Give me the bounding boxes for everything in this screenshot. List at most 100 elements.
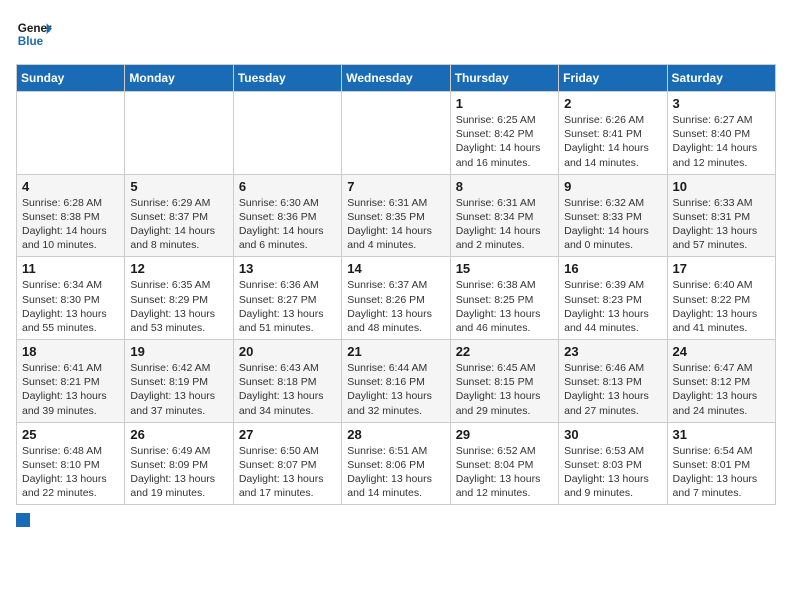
day-info: Sunrise: 6:36 AM Sunset: 8:27 PM Dayligh… [239, 278, 336, 335]
day-number: 4 [22, 179, 119, 194]
day-number: 5 [130, 179, 227, 194]
day-number: 3 [673, 96, 770, 111]
day-number: 21 [347, 344, 444, 359]
calendar-day-cell: 13 Sunrise: 6:36 AM Sunset: 8:27 PM Dayli… [233, 257, 341, 340]
day-info: Sunrise: 6:38 AM Sunset: 8:25 PM Dayligh… [456, 278, 553, 335]
calendar-day-cell [125, 92, 233, 175]
page-header: General Blue [16, 16, 776, 52]
day-number: 30 [564, 427, 661, 442]
day-number: 22 [456, 344, 553, 359]
day-info: Sunrise: 6:33 AM Sunset: 8:31 PM Dayligh… [673, 196, 770, 253]
calendar-week-row: 1Sunrise: 6:25 AM Sunset: 8:42 PM Daylig… [17, 92, 776, 175]
day-info: Sunrise: 6:30 AM Sunset: 8:36 PM Dayligh… [239, 196, 336, 253]
day-info: Sunrise: 6:42 AM Sunset: 8:19 PM Dayligh… [130, 361, 227, 418]
day-info: Sunrise: 6:52 AM Sunset: 8:04 PM Dayligh… [456, 444, 553, 501]
calendar-day-cell: 15 Sunrise: 6:38 AM Sunset: 8:25 PM Dayli… [450, 257, 558, 340]
logo-icon: General Blue [16, 16, 52, 52]
calendar-day-cell: 28 Sunrise: 6:51 AM Sunset: 8:06 PM Dayli… [342, 422, 450, 505]
day-info: Sunrise: 6:43 AM Sunset: 8:18 PM Dayligh… [239, 361, 336, 418]
day-number: 28 [347, 427, 444, 442]
calendar-day-cell [17, 92, 125, 175]
day-number: 14 [347, 261, 444, 276]
day-number: 31 [673, 427, 770, 442]
calendar-day-cell: 20 Sunrise: 6:43 AM Sunset: 8:18 PM Dayli… [233, 340, 341, 423]
calendar-day-cell: 18 Sunrise: 6:41 AM Sunset: 8:21 PM Dayli… [17, 340, 125, 423]
calendar-day-header: Sunday [17, 65, 125, 92]
day-number: 13 [239, 261, 336, 276]
calendar-day-cell: 24 Sunrise: 6:47 AM Sunset: 8:12 PM Dayli… [667, 340, 775, 423]
calendar-day-cell: 8 Sunrise: 6:31 AM Sunset: 8:34 PM Daylig… [450, 174, 558, 257]
calendar-day-cell [342, 92, 450, 175]
day-info: Sunrise: 6:28 AM Sunset: 8:38 PM Dayligh… [22, 196, 119, 253]
calendar-week-row: 25 Sunrise: 6:48 AM Sunset: 8:10 PM Dayli… [17, 422, 776, 505]
calendar-day-cell: 4 Sunrise: 6:28 AM Sunset: 8:38 PM Daylig… [17, 174, 125, 257]
day-number: 1 [456, 96, 553, 111]
day-number: 23 [564, 344, 661, 359]
calendar-day-cell: 7Sunrise: 6:31 AM Sunset: 8:35 PM Daylig… [342, 174, 450, 257]
calendar-day-header: Thursday [450, 65, 558, 92]
day-number: 24 [673, 344, 770, 359]
day-number: 29 [456, 427, 553, 442]
day-info: Sunrise: 6:45 AM Sunset: 8:15 PM Dayligh… [456, 361, 553, 418]
day-info: Sunrise: 6:44 AM Sunset: 8:16 PM Dayligh… [347, 361, 444, 418]
day-number: 12 [130, 261, 227, 276]
day-number: 7 [347, 179, 444, 194]
calendar-day-cell: 19 Sunrise: 6:42 AM Sunset: 8:19 PM Dayli… [125, 340, 233, 423]
calendar-day-cell: 11 Sunrise: 6:34 AM Sunset: 8:30 PM Dayli… [17, 257, 125, 340]
day-info: Sunrise: 6:48 AM Sunset: 8:10 PM Dayligh… [22, 444, 119, 501]
calendar-day-cell: 17 Sunrise: 6:40 AM Sunset: 8:22 PM Dayli… [667, 257, 775, 340]
calendar-day-cell: 16 Sunrise: 6:39 AM Sunset: 8:23 PM Dayli… [559, 257, 667, 340]
day-info: Sunrise: 6:29 AM Sunset: 8:37 PM Dayligh… [130, 196, 227, 253]
day-info: Sunrise: 6:51 AM Sunset: 8:06 PM Dayligh… [347, 444, 444, 501]
calendar-day-cell: 2 Sunrise: 6:26 AM Sunset: 8:41 PM Daylig… [559, 92, 667, 175]
legend-color-box [16, 513, 30, 527]
day-number: 18 [22, 344, 119, 359]
day-number: 26 [130, 427, 227, 442]
calendar-day-header: Monday [125, 65, 233, 92]
day-info: Sunrise: 6:34 AM Sunset: 8:30 PM Dayligh… [22, 278, 119, 335]
calendar-day-cell: 27 Sunrise: 6:50 AM Sunset: 8:07 PM Dayli… [233, 422, 341, 505]
calendar-day-cell: 29 Sunrise: 6:52 AM Sunset: 8:04 PM Dayli… [450, 422, 558, 505]
calendar-day-cell: 14 Sunrise: 6:37 AM Sunset: 8:26 PM Dayli… [342, 257, 450, 340]
day-info: Sunrise: 6:47 AM Sunset: 8:12 PM Dayligh… [673, 361, 770, 418]
day-info: Sunrise: 6:39 AM Sunset: 8:23 PM Dayligh… [564, 278, 661, 335]
day-number: 10 [673, 179, 770, 194]
day-info: Sunrise: 6:32 AM Sunset: 8:33 PM Dayligh… [564, 196, 661, 253]
day-info: Sunrise: 6:37 AM Sunset: 8:26 PM Dayligh… [347, 278, 444, 335]
day-number: 20 [239, 344, 336, 359]
day-number: 11 [22, 261, 119, 276]
calendar-header-row: SundayMondayTuesdayWednesdayThursdayFrid… [17, 65, 776, 92]
day-number: 2 [564, 96, 661, 111]
calendar-day-cell: 10 Sunrise: 6:33 AM Sunset: 8:31 PM Dayli… [667, 174, 775, 257]
calendar-day-header: Wednesday [342, 65, 450, 92]
calendar-day-header: Saturday [667, 65, 775, 92]
day-number: 16 [564, 261, 661, 276]
calendar-week-row: 4 Sunrise: 6:28 AM Sunset: 8:38 PM Daylig… [17, 174, 776, 257]
calendar-day-cell: 9 Sunrise: 6:32 AM Sunset: 8:33 PM Daylig… [559, 174, 667, 257]
calendar-table: SundayMondayTuesdayWednesdayThursdayFrid… [16, 64, 776, 505]
day-number: 9 [564, 179, 661, 194]
calendar-day-cell: 22 Sunrise: 6:45 AM Sunset: 8:15 PM Dayli… [450, 340, 558, 423]
calendar-day-cell: 26 Sunrise: 6:49 AM Sunset: 8:09 PM Dayli… [125, 422, 233, 505]
day-info: Sunrise: 6:49 AM Sunset: 8:09 PM Dayligh… [130, 444, 227, 501]
calendar-day-cell [233, 92, 341, 175]
day-info: Sunrise: 6:54 AM Sunset: 8:01 PM Dayligh… [673, 444, 770, 501]
calendar-day-cell: 3Sunrise: 6:27 AM Sunset: 8:40 PM Daylig… [667, 92, 775, 175]
day-number: 19 [130, 344, 227, 359]
day-number: 27 [239, 427, 336, 442]
legend [16, 513, 776, 527]
day-number: 6 [239, 179, 336, 194]
svg-text:Blue: Blue [18, 35, 44, 48]
calendar-day-cell: 12Sunrise: 6:35 AM Sunset: 8:29 PM Dayli… [125, 257, 233, 340]
day-number: 15 [456, 261, 553, 276]
day-info: Sunrise: 6:50 AM Sunset: 8:07 PM Dayligh… [239, 444, 336, 501]
day-info: Sunrise: 6:26 AM Sunset: 8:41 PM Dayligh… [564, 113, 661, 170]
day-number: 25 [22, 427, 119, 442]
day-number: 8 [456, 179, 553, 194]
day-info: Sunrise: 6:40 AM Sunset: 8:22 PM Dayligh… [673, 278, 770, 335]
day-info: Sunrise: 6:41 AM Sunset: 8:21 PM Dayligh… [22, 361, 119, 418]
calendar-day-cell: 30Sunrise: 6:53 AM Sunset: 8:03 PM Dayli… [559, 422, 667, 505]
day-info: Sunrise: 6:31 AM Sunset: 8:34 PM Dayligh… [456, 196, 553, 253]
day-number: 17 [673, 261, 770, 276]
calendar-day-cell: 23Sunrise: 6:46 AM Sunset: 8:13 PM Dayli… [559, 340, 667, 423]
